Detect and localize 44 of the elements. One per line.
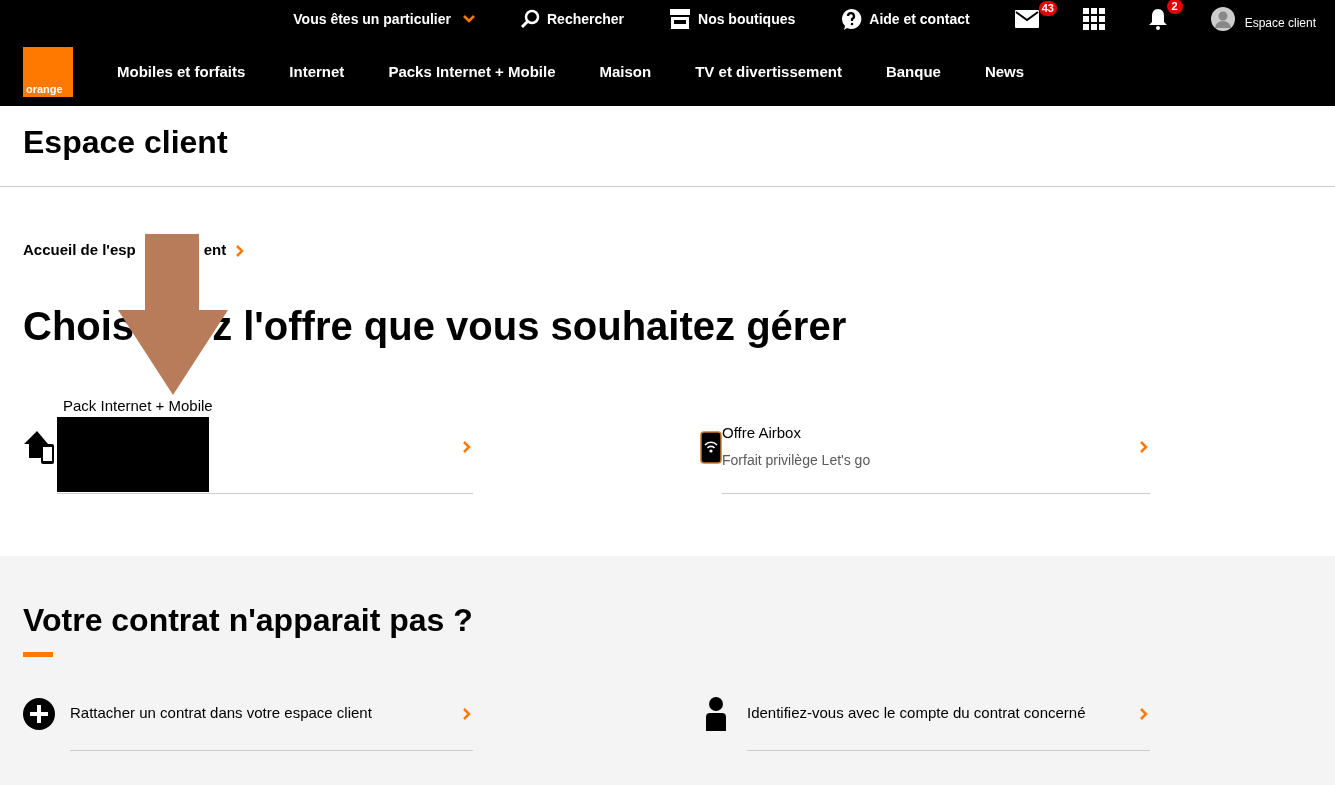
account-link[interactable]: Espace client bbox=[1210, 6, 1316, 32]
action-link[interactable]: Identifiez-vous avec le compte du contrat concerné bbox=[747, 677, 1150, 751]
breadcrumb-link[interactable]: ent bbox=[203, 239, 227, 262]
bell-icon bbox=[1148, 8, 1167, 30]
header-link[interactable]: Aide et contact bbox=[840, 8, 970, 30]
search-icon bbox=[520, 9, 540, 29]
chevron-down-icon bbox=[463, 15, 475, 23]
page-title: Espace client bbox=[23, 126, 228, 158]
offer-title[interactable]: Offre Airbox bbox=[722, 421, 871, 445]
action-link[interactable]: Rattacher un contrat dans votre espace client bbox=[70, 677, 473, 751]
help-icon bbox=[840, 8, 863, 30]
apps-button[interactable] bbox=[1082, 8, 1105, 30]
avatar-icon bbox=[1210, 7, 1235, 31]
mail-button[interactable] bbox=[1014, 10, 1039, 28]
accent-bar bbox=[23, 652, 53, 657]
chevron-right-icon bbox=[1140, 707, 1148, 720]
nav-item[interactable]: TV et divertissement bbox=[695, 60, 842, 84]
notification-count: 43 bbox=[1038, 1, 1057, 16]
chevron-right-icon bbox=[463, 440, 471, 453]
section-title: Votre contrat n'apparait pas ? bbox=[23, 604, 474, 636]
offer-subtitle: Forfait privilège Let's go bbox=[722, 451, 871, 471]
nav-item[interactable]: News bbox=[984, 60, 1025, 84]
apps-grid-icon bbox=[1082, 8, 1105, 30]
shop-icon bbox=[669, 8, 692, 30]
header-link[interactable]: Nos boutiques bbox=[669, 8, 796, 30]
nav-item[interactable]: Packs Internet + Mobile bbox=[388, 60, 556, 84]
breadcrumb-link[interactable]: Accueil de l'esp bbox=[23, 239, 136, 262]
chevron-right-icon bbox=[1140, 440, 1148, 453]
header-link[interactable]: Rechercher bbox=[520, 8, 625, 30]
plus-circle-icon bbox=[23, 698, 55, 730]
nav-item[interactable]: Banque bbox=[885, 60, 941, 84]
offer-title[interactable]: Pack Internet + Mobile bbox=[63, 395, 213, 418]
chevron-right-icon bbox=[463, 707, 471, 720]
mail-icon bbox=[1014, 10, 1039, 28]
house-phone-icon bbox=[23, 430, 57, 464]
nav-item[interactable]: Maison bbox=[599, 60, 652, 84]
segment-selector[interactable]: Vous êtes un particulier bbox=[293, 8, 475, 30]
chevron-right-icon bbox=[236, 244, 245, 257]
nav-item[interactable]: Internet bbox=[289, 60, 345, 84]
notification-count: 2 bbox=[1166, 0, 1183, 14]
wifi-device-icon bbox=[700, 430, 722, 464]
nav-item[interactable]: Mobiles et forfaits bbox=[117, 60, 246, 84]
bell-button[interactable] bbox=[1148, 8, 1167, 30]
heading: Chois bbox=[23, 306, 135, 346]
